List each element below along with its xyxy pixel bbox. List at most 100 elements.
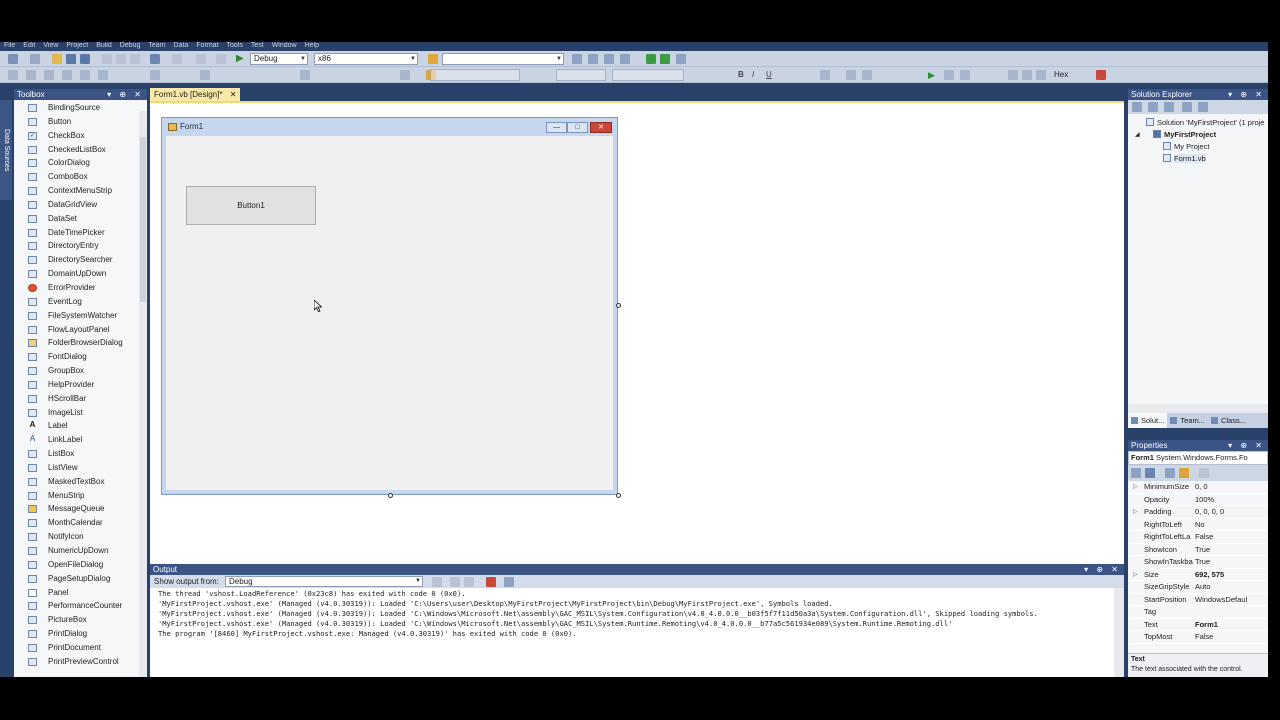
menu-edit[interactable]: Edit (19, 42, 39, 50)
property-row[interactable]: Tag (1128, 606, 1268, 619)
toolbox-item[interactable]: DateTimePicker (14, 226, 147, 240)
property-row[interactable]: Text Form1 (1128, 619, 1268, 631)
horizontal-spacing-icon[interactable] (200, 70, 210, 80)
bold-button[interactable]: B (738, 70, 748, 80)
minimize-icon[interactable]: — (546, 122, 567, 133)
continue-icon[interactable]: ▶ (928, 70, 938, 80)
toolbox-item[interactable]: PrintDocument (14, 641, 147, 655)
align-lefts-icon[interactable] (8, 70, 18, 80)
clear-all-icon[interactable] (486, 577, 496, 587)
break-all-icon[interactable] (944, 70, 954, 80)
copy-icon[interactable] (116, 54, 126, 64)
menu-debug[interactable]: Debug (116, 42, 145, 50)
property-row[interactable]: ▷ Size 692, 575 (1128, 569, 1268, 581)
align-middles-icon[interactable] (80, 70, 90, 80)
show-all-files-icon[interactable] (1148, 102, 1158, 112)
refresh-icon[interactable] (1164, 102, 1174, 112)
property-row[interactable]: Opacity 100% (1128, 494, 1268, 506)
navigate-forward-icon[interactable] (216, 54, 226, 64)
navigate-back-icon[interactable] (196, 54, 206, 64)
align-rights-icon[interactable] (44, 70, 54, 80)
toolbox-item[interactable]: DataGridView (14, 198, 147, 212)
menu-build[interactable]: Build (92, 42, 116, 50)
toolbox-item[interactable]: GroupBox (14, 364, 147, 378)
go-to-previous-icon[interactable] (464, 577, 474, 587)
toolbox-item[interactable]: DirectorySearcher (14, 253, 147, 267)
properties-window-icon[interactable] (588, 54, 598, 64)
toolbox-item[interactable]: ListBox (14, 447, 147, 461)
menu-test[interactable]: Test (247, 42, 268, 50)
step-out-icon[interactable] (1036, 70, 1046, 80)
property-value[interactable]: True (1195, 544, 1259, 556)
menu-data[interactable]: Data (170, 42, 193, 50)
property-row[interactable]: ▷ MinimumSize 0, 0 (1128, 481, 1268, 494)
form-client-area[interactable]: Button1 (166, 136, 613, 490)
breakpoints-icon[interactable] (1096, 70, 1106, 80)
align-text-icon[interactable] (820, 70, 830, 80)
property-row[interactable]: StartPosition WindowsDefaul (1128, 594, 1268, 606)
find-message-icon[interactable] (432, 577, 442, 587)
view-code-icon[interactable] (1182, 102, 1192, 112)
view-designer-icon[interactable] (1198, 102, 1208, 112)
pane-controls-icon[interactable]: ▾ ⊕ ✕ (107, 89, 144, 100)
property-pages-icon[interactable] (1199, 468, 1209, 478)
toolbox-item[interactable]: ErrorProvider (14, 281, 147, 295)
platform-select[interactable]: x86 ▼ (314, 53, 418, 65)
property-value[interactable]: 692, 575 (1195, 569, 1259, 581)
pane-controls-icon[interactable]: ▾ ⊕ ✕ (1228, 89, 1265, 100)
toolbox-item[interactable]: A LinkLabel (14, 433, 147, 447)
output-source-select[interactable]: Debug ▼ (225, 576, 423, 587)
configuration-select[interactable]: Debug ▼ (250, 53, 308, 65)
numbering-icon[interactable] (862, 70, 872, 80)
toolbox-item[interactable]: DomainUpDown (14, 267, 147, 281)
step-into-icon[interactable] (1008, 70, 1018, 80)
property-value[interactable]: No (1195, 519, 1259, 531)
property-value[interactable]: Auto (1195, 581, 1259, 593)
toolbox-item[interactable]: PerformanceCounter (14, 599, 147, 613)
find-combo[interactable]: ▼ (442, 53, 564, 65)
toolbox-item[interactable]: BindingSource (14, 101, 147, 115)
tree-item-solution[interactable]: Solution 'MyFirstProject' (1 proje (1131, 117, 1268, 129)
property-row[interactable]: SizeGripStyle Auto (1128, 581, 1268, 594)
paste-icon[interactable] (130, 54, 140, 64)
toolbox-item[interactable]: FontDialog (14, 350, 147, 364)
toolbox-item[interactable]: ComboBox (14, 170, 147, 184)
toolbox-item[interactable]: DataSet (14, 212, 147, 226)
events-icon[interactable] (1179, 468, 1189, 478)
tree-item-form1[interactable]: Form1.vb (1131, 153, 1268, 165)
resize-handle-right[interactable] (616, 303, 621, 308)
property-value[interactable]: False (1195, 531, 1259, 543)
cut-icon[interactable] (102, 54, 112, 64)
toolbox-item[interactable]: ImageList (14, 406, 147, 420)
button1[interactable]: Button1 (186, 186, 316, 225)
categorized-icon[interactable] (1131, 468, 1141, 478)
bullets-icon[interactable] (846, 70, 856, 80)
start-page-icon[interactable] (660, 54, 670, 64)
align-tops-icon[interactable] (62, 70, 72, 80)
property-value[interactable]: 100% (1195, 494, 1259, 506)
tab-team-explorer[interactable]: Team... (1167, 413, 1208, 428)
expand-icon[interactable]: ▷ (1133, 506, 1138, 518)
toolbox-item[interactable]: EventLog (14, 295, 147, 309)
toolbox-item[interactable]: ContextMenuStrip (14, 184, 147, 198)
pane-controls-icon[interactable]: ▾ ⊕ ✕ (1084, 564, 1121, 575)
extension-icon[interactable] (646, 54, 656, 64)
save-icon[interactable] (66, 54, 76, 64)
close-icon[interactable]: ✕ (230, 88, 237, 101)
hex-toggle[interactable]: Hex (1054, 70, 1072, 80)
tab-class-view[interactable]: Class... (1208, 413, 1249, 428)
toolbox-item[interactable]: ✓ CheckBox (14, 129, 147, 143)
output-text[interactable]: The thread 'vshost.LoadReference' (0x23c… (150, 588, 1124, 639)
vertical-spacing-icon[interactable] (300, 70, 310, 80)
menu-file[interactable]: File (0, 42, 19, 50)
bring-to-front-icon[interactable] (400, 70, 410, 80)
font-size-select[interactable] (556, 69, 606, 81)
start-debugging-icon[interactable]: ▶ (236, 54, 246, 64)
solution-explorer-icon[interactable] (572, 54, 582, 64)
tree-item-my-project[interactable]: My Project (1131, 141, 1268, 153)
toggle-word-wrap-icon[interactable] (504, 577, 514, 587)
property-row[interactable]: ShowIcon True (1128, 544, 1268, 556)
add-item-icon[interactable] (30, 54, 40, 64)
property-value[interactable]: 0, 0, 0, 0 (1195, 506, 1259, 518)
toolbox-item[interactable]: PrintPreviewControl (14, 655, 147, 669)
